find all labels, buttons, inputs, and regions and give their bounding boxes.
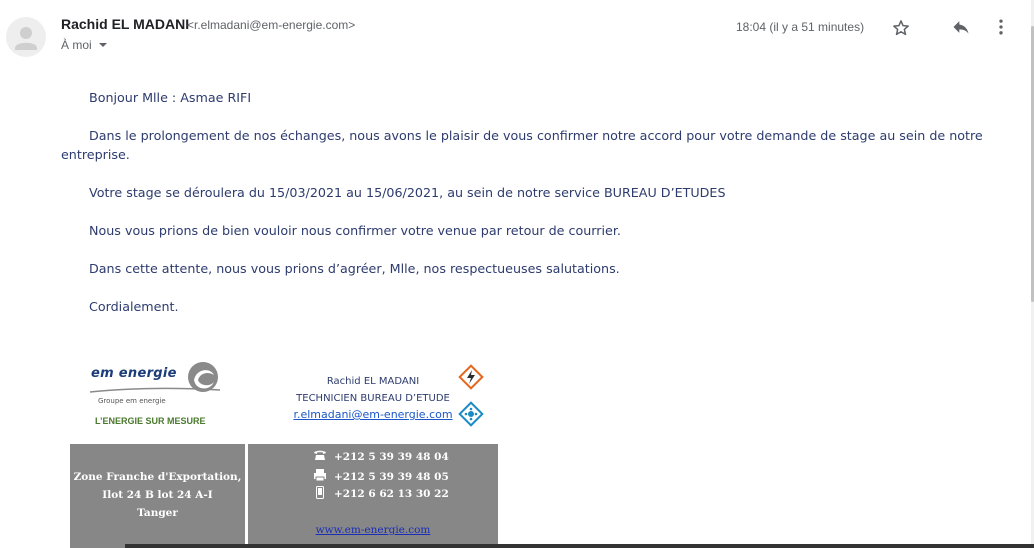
sender-email: <r.elmadani@em-energie.com> [187, 18, 356, 32]
closing: Cordialement. [89, 299, 179, 314]
lightning-icon [458, 364, 484, 390]
website-link[interactable]: www.em-energie.com [248, 524, 498, 536]
bottom-toolbar-edge [125, 544, 1034, 548]
reply-icon [953, 21, 969, 34]
mobile-number: +212 6 62 13 30 22 [334, 488, 449, 500]
address-line: Zone Franche d'Exportation, [73, 471, 242, 483]
address-box: Zone Franche d'Exportation, Ilot 24 B lo… [70, 444, 245, 548]
logo-wordmark: em energie [91, 366, 177, 381]
star-icon [893, 20, 909, 36]
phone-number: +212 5 39 39 48 04 [334, 450, 449, 463]
recipient-label: À moi [61, 38, 92, 52]
signature-contact: Rachid EL MADANI TECHNICIEN BUREAU D’ETU… [258, 374, 488, 424]
mobile-row: +212 6 62 13 30 22 [310, 486, 449, 502]
sender-name[interactable]: Rachid EL MADANI [61, 16, 189, 32]
more-vert-icon [999, 19, 1003, 35]
fax-row: +212 5 39 39 48 05 [310, 468, 449, 485]
logo-group: Groupe em energie [98, 397, 166, 405]
fax-number: +212 5 39 39 48 05 [334, 470, 449, 483]
address-line: Tanger [137, 507, 178, 519]
body-paragraph: Dans le prolongement de nos échanges, no… [61, 128, 983, 162]
signature-email-link[interactable]: r.elmadani@em-energie.com [258, 407, 488, 424]
address-line: Ilot 24 B lot 24 A-I [102, 489, 213, 501]
message-body: Bonjour Mlle : Asmae RIFI Dans le prolon… [61, 88, 1001, 335]
reply-button[interactable] [949, 15, 973, 39]
recipient-details-toggle[interactable]: À moi [61, 38, 107, 52]
signature-title: TECHNICIEN BUREAU D’ETUDE [296, 392, 450, 404]
logo-tagline: L’ENERGIE SUR MESURE [95, 416, 206, 426]
signature-name: Rachid EL MADANI [326, 376, 420, 387]
telephone-icon [310, 449, 330, 464]
logo-underline [89, 387, 221, 393]
person-icon [15, 27, 37, 50]
star-button[interactable] [889, 16, 913, 40]
fax-icon [310, 468, 330, 485]
more-options-button[interactable] [989, 15, 1013, 39]
mobile-phone-icon [310, 486, 330, 502]
phone-row: +212 5 39 39 48 04 [310, 449, 449, 464]
network-icon [458, 401, 484, 427]
body-paragraph: Dans cette attente, nous vous prions d’a… [89, 261, 620, 276]
company-logo: em energie Groupe em energie L’ENERGIE S… [88, 358, 228, 430]
message-timestamp: 18:04 (il y a 51 minutes) [736, 20, 865, 34]
body-paragraph: Nous vous prions de bien vouloir nous co… [89, 223, 621, 238]
avatar[interactable] [6, 17, 46, 57]
chevron-down-icon [98, 43, 107, 47]
phone-box: +212 5 39 39 48 04 +212 5 39 39 48 05 +2… [248, 444, 498, 548]
greeting: Bonjour Mlle : Asmae RIFI [89, 90, 252, 105]
body-paragraph: Votre stage se déroulera du 15/03/2021 a… [89, 185, 726, 200]
